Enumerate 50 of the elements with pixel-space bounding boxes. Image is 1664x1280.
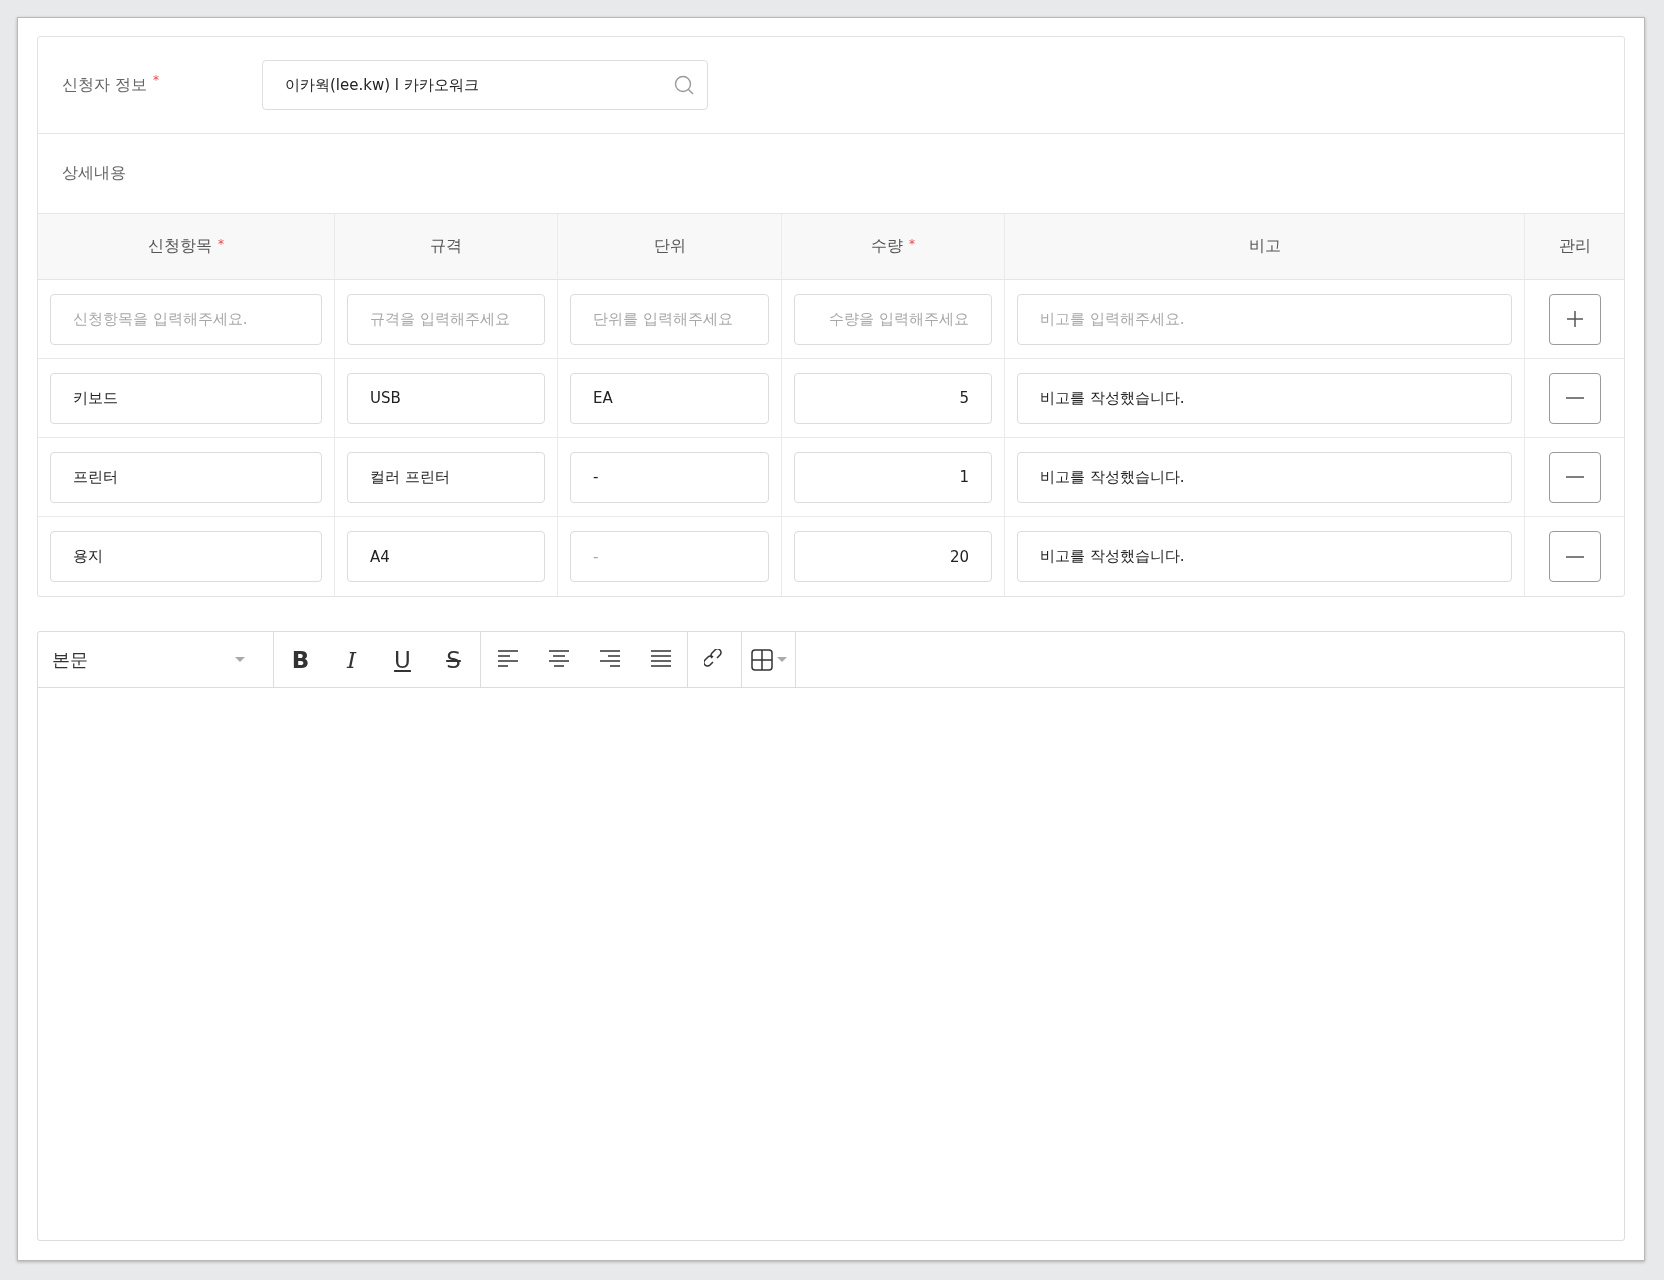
required-mark: * xyxy=(909,236,915,251)
input-field[interactable]: 비고를 작성했습니다. xyxy=(1017,372,1512,424)
header-label: 수량 xyxy=(871,236,903,257)
input-field[interactable]: 단위를 입력해주세요 xyxy=(570,293,769,345)
field-label: 신청자 정보 xyxy=(62,74,148,96)
table-icon xyxy=(750,648,773,671)
input-field[interactable]: 용지 xyxy=(50,531,322,582)
search-field[interactable]: 이카웍(lee.kw) l 카카오워크 xyxy=(262,60,708,110)
input-field[interactable]: 1 xyxy=(794,451,992,503)
header-label: 규격 xyxy=(430,236,462,257)
input-field[interactable]: 비고를 입력해주세요. xyxy=(1017,293,1512,345)
header-label: 관리 xyxy=(1558,236,1591,257)
input-field[interactable]: - xyxy=(570,451,769,503)
input-field[interactable]: 키보드 xyxy=(50,372,322,424)
input-field[interactable]: 컬러 프린터 xyxy=(347,451,545,503)
caret-icon xyxy=(235,657,245,662)
add-button[interactable] xyxy=(1548,293,1601,345)
header-label: 신청항목 xyxy=(148,236,212,257)
input-field[interactable]: 규격을 입력해주세요 xyxy=(347,293,545,345)
caret-icon xyxy=(776,657,787,662)
input-field[interactable]: 5 xyxy=(794,372,992,424)
remove-button[interactable] xyxy=(1548,372,1601,424)
style-dropdown[interactable]: 본문 xyxy=(38,632,274,687)
text-editor[interactable]: 본문 B I U S xyxy=(37,631,1625,1241)
input-field[interactable]: - xyxy=(570,531,769,582)
header-label: 비고 xyxy=(1248,236,1281,257)
input-field[interactable]: 20 xyxy=(794,531,992,582)
plus-icon xyxy=(1565,310,1584,328)
input-field[interactable]: USB xyxy=(347,372,545,424)
minus-icon xyxy=(1565,476,1584,478)
remove-button[interactable] xyxy=(1548,451,1601,503)
input-field[interactable]: EA xyxy=(570,372,769,424)
input-field[interactable]: 수량을 입력해주세요 xyxy=(794,293,992,345)
input-field[interactable]: A4 xyxy=(347,531,545,582)
italic-button[interactable]: I xyxy=(329,639,374,680)
minus-icon xyxy=(1565,555,1584,558)
remove-button[interactable] xyxy=(1548,531,1601,582)
input-field[interactable]: 신청항목을 입력해주세요. xyxy=(50,293,322,345)
header-label: 단위 xyxy=(653,236,686,257)
input-field[interactable]: 비고를 작성했습니다. xyxy=(1017,451,1512,503)
search-icon xyxy=(674,75,694,95)
minus-icon xyxy=(1565,397,1584,399)
strike-button[interactable]: S xyxy=(431,639,476,680)
section-title: 상세내용 xyxy=(62,163,126,184)
required-mark: * xyxy=(218,236,224,251)
required-mark: * xyxy=(153,72,160,87)
bold-button[interactable]: B xyxy=(278,639,323,680)
input-field[interactable]: 프린터 xyxy=(50,451,322,503)
input-field[interactable]: 비고를 작성했습니다. xyxy=(1017,531,1512,582)
underline-button[interactable]: U xyxy=(380,639,425,680)
